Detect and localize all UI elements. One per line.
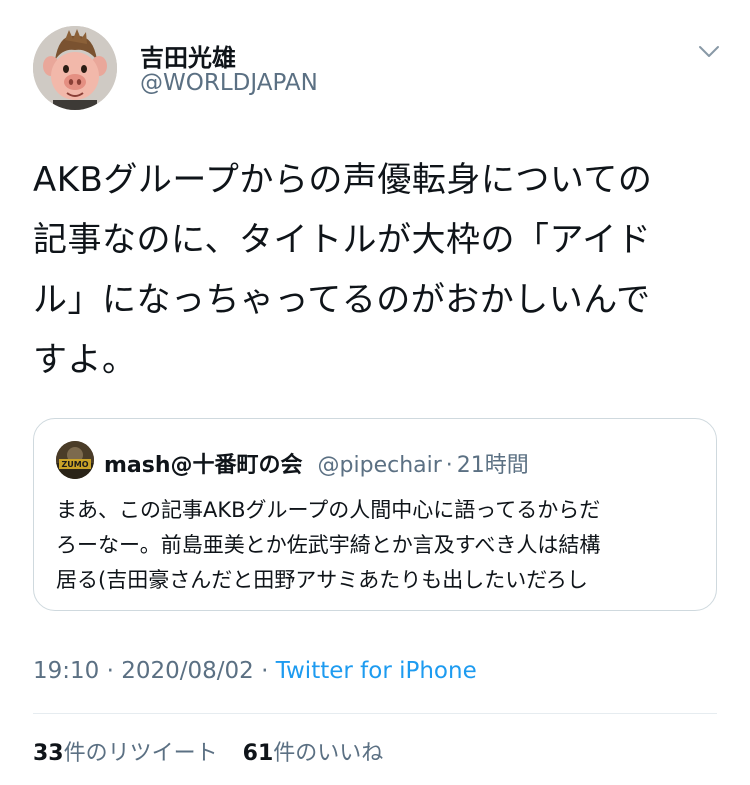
like-label: 件のいいね [273,741,384,766]
tweet-text-line: AKBグループからの声優転身についての [33,160,653,200]
quoted-author-avatar[interactable]: ZUMO [56,441,94,479]
tweet-text-line: すよ。 [33,340,137,380]
author-name[interactable]: 吉田光雄 [140,38,236,73]
author-avatar[interactable] [33,26,117,110]
tweet-text: AKBグループからの声優転身についての 記事なのに、タイトルが大枠の「アイド ル… [33,150,723,390]
quoted-text-line: 居る(吉田豪さんだと田野アサミあたりも出したいだろし [56,568,588,592]
retweets-stat[interactable]: 33件のリツイート [33,741,218,766]
quoted-header: mash@十番町の会 @pipechair · 21時間 [104,447,529,479]
tweet-text-line: ル」になっちゃってるのがおかしいんで [33,280,651,320]
retweet-label: 件のリツイート [63,741,218,766]
quoted-tweet-card[interactable]: ZUMO mash@十番町の会 @pipechair · 21時間 まあ、この記事A… [33,418,717,611]
quoted-time[interactable]: 21時間 [457,453,529,478]
meta-separator: · [106,658,114,684]
tweet-date[interactable]: 2020/08/02 [121,658,254,684]
author-handle[interactable]: @WORLDJAPAN [140,70,318,96]
quoted-author-handle[interactable]: @pipechair [318,453,442,478]
quoted-tweet-text: まあ、この記事AKBグループの人間中心に語ってるからだ ろーなー。前島亜美とか佐… [56,493,706,598]
quoted-avatar-icon: ZUMO [56,441,94,479]
quoted-separator: · [445,453,453,478]
likes-stat[interactable]: 61件のいいね [243,741,384,766]
pig-avatar-icon [33,26,117,110]
meta-separator: · [261,658,269,684]
quoted-text-line: ろーなー。前島亜美とか佐武宇綺とか言及すべき人は結構 [56,533,601,557]
chevron-down-icon[interactable] [696,38,722,64]
tweet-stats: 33件のリツイート 61件のいいね [33,735,383,767]
like-count: 61 [242,741,274,766]
retweet-count: 33 [33,741,64,766]
quoted-author-name[interactable]: mash@十番町の会 [104,453,303,478]
tweet-source-link[interactable]: Twitter for iPhone [276,658,477,684]
tweet-time[interactable]: 19:10 [33,658,99,684]
tweet-meta: 19:10 · 2020/08/02 · Twitter for iPhone [33,658,477,684]
divider [33,713,717,714]
tweet-text-line: 記事なのに、タイトルが大枠の「アイド [33,220,652,260]
avatar-badge-text: ZUMO [61,460,88,469]
quoted-text-line: まあ、この記事AKBグループの人間中心に語ってるからだ [56,498,601,522]
